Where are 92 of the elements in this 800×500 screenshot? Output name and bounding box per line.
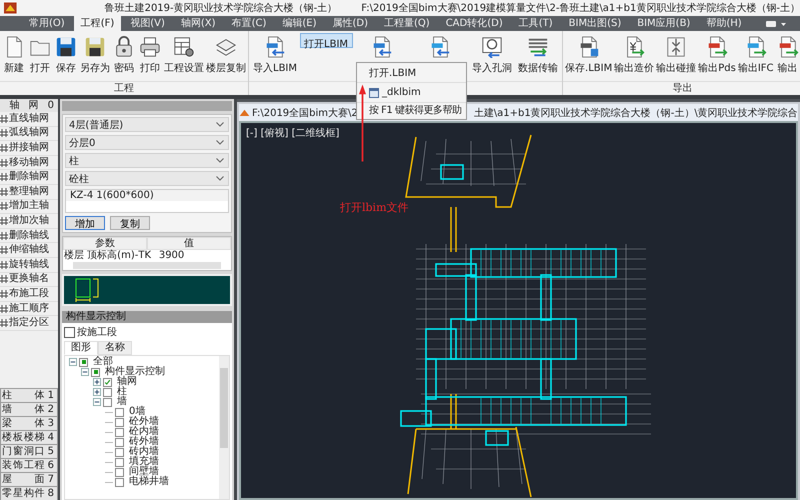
menu-tab[interactable]: 属性(D) xyxy=(325,16,375,31)
tool-item[interactable]: 直线轴网 xyxy=(9,112,49,125)
ribbon-button[interactable]: 数据传输 xyxy=(515,33,562,79)
ribbon-button[interactable]: 打开 xyxy=(27,33,53,79)
menu-tab[interactable]: 轴网(X) xyxy=(174,16,223,31)
tree-item[interactable]: 构件显示控制 xyxy=(105,367,165,377)
file-path: F:\2019全国bim大赛\2019建模算量文件\2-鲁班土建\a1+b1黄冈职业技术学院综合大楼（钢-土） xyxy=(361,2,800,15)
menu-tab[interactable]: 工具(T) xyxy=(512,16,560,31)
category-button[interactable]: 楼板楼梯 4 xyxy=(0,430,58,444)
tree-item[interactable]: 0墙 xyxy=(129,407,146,417)
dropdown-field[interactable]: 分层0 xyxy=(65,135,229,150)
tool-item[interactable]: 整理轴网 xyxy=(9,186,49,198)
tool-item[interactable]: 增加主轴 xyxy=(9,200,49,212)
tree-item[interactable]: 间壁墙 xyxy=(129,467,159,477)
tree-item[interactable]: 砖外墙 xyxy=(129,437,159,447)
tree-item[interactable]: 电梯井墙 xyxy=(129,477,169,487)
tool-item[interactable]: 伸缩轴线 xyxy=(9,244,49,256)
ribbon-button[interactable]: 工程设置 xyxy=(163,33,205,79)
tree-item[interactable]: 砼内墙 xyxy=(129,427,159,437)
ribbon-button[interactable]: 楼层复制 xyxy=(205,33,247,79)
ribbon-button[interactable]: 输出IFC xyxy=(736,33,774,79)
ribbon-button[interactable]: 导入LBIM xyxy=(250,33,300,79)
dropdown-field[interactable]: 柱 xyxy=(65,153,229,168)
ribbon-button[interactable]: 输出碰撞 xyxy=(655,33,698,79)
ribbon-button[interactable]: 保存 xyxy=(53,33,79,79)
tree-item[interactable]: 墙 xyxy=(117,397,127,407)
menu-item[interactable]: 打开.LBIM xyxy=(357,63,466,83)
ribbon-button[interactable]: 密码 xyxy=(111,33,137,79)
ribbon-button[interactable]: 导入孔洞 xyxy=(469,33,516,79)
ribbon-button[interactable]: 打开LBIM xyxy=(300,33,354,48)
menu-tab[interactable]: BIM出图(S) xyxy=(562,16,628,31)
tree-item[interactable]: 轴网 xyxy=(117,377,137,387)
ribbon-button[interactable]: 输出造价 xyxy=(613,33,656,79)
table-cell-text: 楼层 顶标高(m)-TK xyxy=(63,250,152,261)
checkbox-label: 按施工段 xyxy=(77,326,117,339)
group-label: 导出 xyxy=(672,83,692,94)
tab[interactable]: 图形 xyxy=(64,341,98,355)
tool-item[interactable]: 增加次轴 xyxy=(9,214,49,227)
tool-item[interactable]: 旋转轴线 xyxy=(9,258,49,271)
menu-tab[interactable]: 常用(O) xyxy=(22,16,72,31)
tool-item[interactable]: 拼接轴网 xyxy=(9,142,49,154)
ribbon-button[interactable]: 新建 xyxy=(1,33,27,79)
category-button[interactable]: 零星构件 8 xyxy=(0,486,58,500)
ribbon-button[interactable]: 打印 xyxy=(137,33,163,79)
ribbon-button[interactable]: 另存为 xyxy=(79,33,111,79)
tool-item[interactable]: 移动轴网 xyxy=(9,156,49,169)
ribbon-button[interactable]: 输出 xyxy=(774,33,800,79)
menu-tab[interactable]: 帮助(H) xyxy=(699,16,749,31)
tool-item[interactable]: 弧线轴网 xyxy=(9,127,49,140)
column-header: 参数 xyxy=(63,237,147,250)
column-header: 值 xyxy=(147,237,231,250)
menu-tab[interactable]: 布置(C) xyxy=(224,16,274,31)
tool-item[interactable]: 指定分区 xyxy=(9,317,49,330)
tree-item[interactable]: 柱 xyxy=(117,387,127,397)
tree-item[interactable]: 砖内墙 xyxy=(129,447,159,457)
annotation-text: 打开lbim文件 xyxy=(340,200,409,215)
panel-header: 轴 网 0 xyxy=(0,99,58,112)
list-item[interactable]: KZ-4 1(600*600) xyxy=(66,190,228,201)
menu-tab[interactable]: BIM应用(B) xyxy=(630,16,698,31)
action-button[interactable]: 复制 xyxy=(110,216,150,230)
ribbon-button[interactable]: 输出Pds xyxy=(697,33,737,79)
tab[interactable]: 名称 xyxy=(98,341,132,355)
view-label: [-] [俯视] [二维线框] xyxy=(246,126,340,140)
panel-title: 构件显示控制 xyxy=(62,311,232,323)
action-button[interactable]: 增加 xyxy=(65,216,105,230)
tool-item[interactable]: 布施工段 xyxy=(9,288,49,300)
tool-item[interactable]: 施工顺序 xyxy=(9,302,49,315)
window-title: 鲁班土建2019-黄冈职业技术学院综合大楼（钢-土） xyxy=(104,2,338,15)
menu-tab[interactable]: 编辑(E) xyxy=(275,16,324,31)
help-hint: 按 F1 键获得更多帮助 xyxy=(368,104,462,118)
category-button[interactable]: 梁 体 3 xyxy=(0,416,58,430)
table-cell-text: 3900 xyxy=(158,250,186,261)
menu-tab[interactable]: CAD转化(D) xyxy=(438,16,510,31)
component-list[interactable]: KZ-4 1(600*600) xyxy=(65,189,229,213)
tool-item[interactable]: 删除轴线 xyxy=(9,230,49,242)
menu-tab[interactable]: 工程(F) xyxy=(74,16,122,31)
group-label: 工程 xyxy=(114,83,134,94)
tree-item[interactable]: 砼外墙 xyxy=(129,417,159,427)
tool-item[interactable]: 删除轴网 xyxy=(9,171,49,184)
menu-tab[interactable]: 视图(V) xyxy=(123,16,172,31)
tool-item[interactable]: 更换轴名 xyxy=(9,273,49,286)
category-button[interactable]: 装饰工程 6 xyxy=(0,458,58,472)
ribbon-button[interactable]: 保存.LBIM xyxy=(564,33,614,79)
drawing-window-title: 土建\a1+b1黄冈职业技术学院综合大楼（钢-土）\黄冈职业技术学院综合 xyxy=(474,106,798,120)
dropdown-field[interactable]: 砼柱 xyxy=(65,171,229,186)
category-button[interactable]: 屋 面 7 xyxy=(0,472,58,486)
category-button[interactable]: 门窗洞口 5 xyxy=(0,444,58,458)
tree-item[interactable]: 填充墙 xyxy=(129,457,159,467)
category-button[interactable]: 墙 体 2 xyxy=(0,402,58,416)
dropdown-field[interactable]: 4层(普通层) xyxy=(65,117,229,132)
category-button[interactable]: 柱 体 1 xyxy=(0,388,58,402)
menu-tab[interactable]: 工程量(Q) xyxy=(377,16,437,31)
